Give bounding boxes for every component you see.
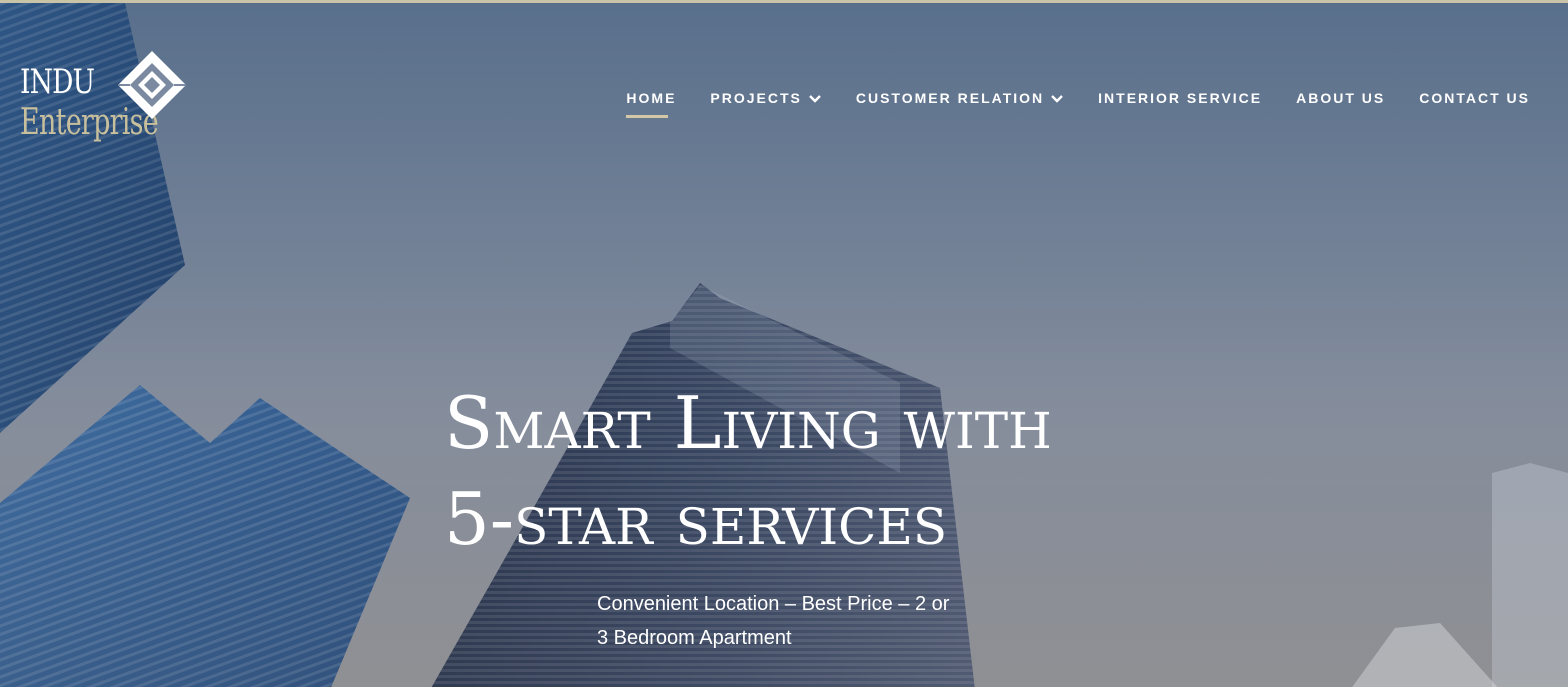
nav-item-label: HOME [626, 90, 677, 106]
nav-item-projects[interactable]: PROJECTS [710, 90, 821, 106]
site-logo[interactable]: INDU Enterprise [20, 47, 192, 151]
nav-item-contact-us[interactable]: CONTACT US [1419, 90, 1530, 106]
nav-item-label: CONTACT US [1419, 90, 1530, 106]
hero-subtitle: Convenient Location – Best Price – 2 or … [597, 593, 950, 649]
hero-headline-line2: 5-star services [444, 477, 948, 561]
main-navigation: HOME PROJECTS CUSTOMER RELATION INTERIOR… [626, 90, 1530, 118]
hero-section: INDU Enterprise HOME PROJECTS CUSTOMER R… [0, 0, 1568, 687]
nav-item-label: INTERIOR SERVICE [1098, 90, 1263, 106]
diamond-logo-icon [118, 51, 186, 119]
chevron-down-icon [1051, 95, 1063, 103]
nav-item-label: ABOUT US [1296, 90, 1386, 106]
nav-item-about-us[interactable]: ABOUT US [1296, 90, 1385, 106]
nav-item-interior-service[interactable]: INTERIOR SERVICE [1098, 90, 1262, 106]
nav-item-label: CUSTOMER RELATION [855, 90, 1045, 106]
logo-wordmark-line1: INDU [20, 62, 95, 102]
chevron-down-icon [809, 95, 821, 103]
hero-headline: Smart Living with 5-star services [444, 375, 1052, 567]
nav-item-label: PROJECTS [710, 90, 802, 106]
nav-item-home[interactable]: HOME [626, 90, 677, 118]
nav-item-customer-relation[interactable]: CUSTOMER RELATION [856, 90, 1064, 106]
hero-headline-line1: Smart Living with [444, 381, 1052, 465]
